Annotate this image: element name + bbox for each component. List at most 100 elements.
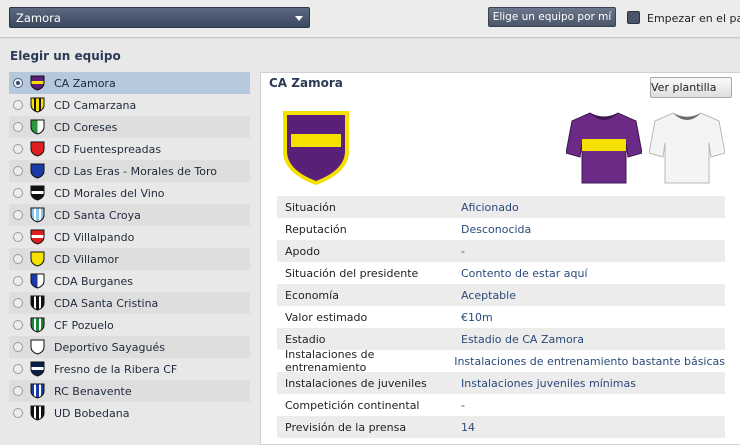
team-crest-icon: [30, 383, 45, 399]
team-list-item[interactable]: CD Coreses: [9, 116, 250, 138]
info-row: Apodo -: [277, 240, 725, 262]
info-row: Instalaciones de entrenamiento Instalacio…: [277, 348, 725, 374]
start-paused-checkbox[interactable]: [627, 11, 640, 24]
info-row: Competición continental -: [277, 394, 725, 416]
start-paused-label: Empezar en el paro: [647, 12, 740, 25]
team-radio[interactable]: [13, 232, 23, 242]
info-row: Reputación Desconocida: [277, 218, 725, 240]
team-name: CD Villalpando: [54, 230, 135, 244]
team-crest-icon: [30, 251, 45, 267]
info-row: Valor estimado €10m: [277, 306, 725, 328]
info-row: Instalaciones de juveniles Instalaciones …: [277, 372, 725, 394]
info-key: Economía: [285, 288, 339, 302]
team-list-item[interactable]: UD Bobedana: [9, 402, 250, 424]
team-radio[interactable]: [13, 188, 23, 198]
team-radio[interactable]: [13, 320, 23, 330]
team-name: CD Santa Croya: [54, 208, 141, 222]
team-name: CDA Santa Cristina: [54, 296, 159, 310]
team-list-item[interactable]: Deportivo Sayagués: [9, 336, 250, 358]
team-radio[interactable]: [13, 386, 23, 396]
info-value: 14: [461, 420, 475, 434]
team-radio[interactable]: [13, 122, 23, 132]
team-list-item[interactable]: CD Santa Croya: [9, 204, 250, 226]
team-crest-icon: [30, 207, 45, 223]
info-key: Competición continental: [285, 398, 420, 412]
team-list-item[interactable]: CF Pozuelo: [9, 314, 250, 336]
team-radio[interactable]: [13, 100, 23, 110]
team-list-item[interactable]: CD Camarzana: [9, 94, 250, 116]
info-row: Previsión de la prensa 14: [277, 416, 725, 438]
team-crest-icon: [30, 75, 45, 91]
info-value: Instalaciones juveniles mínimas: [461, 376, 636, 390]
team-list-item[interactable]: CDA Burganes: [9, 270, 250, 292]
team-crest-icon: [30, 97, 45, 113]
team-list-item[interactable]: CDA Santa Cristina: [9, 292, 250, 314]
info-value: Contento de estar aquí: [461, 266, 588, 280]
team-name: Deportivo Sayagués: [54, 340, 166, 354]
team-select-dropdown[interactable]: Zamora: [9, 7, 310, 28]
team-crest-icon: [30, 163, 45, 179]
team-radio[interactable]: [13, 276, 23, 286]
team-crest-icon: [30, 295, 45, 311]
team-radio[interactable]: [13, 408, 23, 418]
team-name: CD Coreses: [54, 120, 118, 134]
team-radio[interactable]: [13, 364, 23, 374]
info-row: Situación Aficionado: [277, 196, 725, 218]
team-list-item[interactable]: CD Morales del Vino: [9, 182, 250, 204]
top-bar: Zamora Elige un equipo por mí Empezar en…: [0, 0, 740, 38]
section-title: Elegir un equipo: [10, 49, 121, 63]
chevron-down-icon: [295, 16, 303, 21]
team-list-item[interactable]: RC Benavente: [9, 380, 250, 402]
info-value: Instalaciones de entrenamiento bastante …: [454, 354, 725, 368]
team-name: CA Zamora: [54, 76, 116, 90]
info-value: Aficionado: [461, 200, 519, 214]
random-team-button[interactable]: Elige un equipo por mí: [488, 7, 616, 27]
info-value: Estadio de CA Zamora: [461, 332, 584, 346]
team-name: CD Las Eras - Morales de Toro: [54, 164, 218, 178]
info-row: Estadio Estadio de CA Zamora: [277, 328, 725, 350]
team-radio[interactable]: [13, 144, 23, 154]
team-name: CD Villamor: [54, 252, 119, 266]
team-select-value: Zamora: [16, 11, 61, 25]
team-radio[interactable]: [13, 210, 23, 220]
info-key: Apodo: [285, 244, 320, 258]
info-key: Valor estimado: [285, 310, 368, 324]
team-name: RC Benavente: [54, 384, 132, 398]
team-info-table: Situación Aficionado Reputación Desconocida…: [277, 196, 725, 438]
team-crest-icon: [30, 339, 45, 355]
view-squad-button[interactable]: Ver plantilla: [650, 77, 732, 98]
team-crest-icon: [30, 317, 45, 333]
team-crest-icon: [30, 405, 45, 421]
team-crest-icon: [30, 119, 45, 135]
team-radio[interactable]: [13, 254, 23, 264]
team-radio[interactable]: [13, 78, 23, 88]
info-key: Previsión de la prensa: [285, 420, 407, 434]
team-list-item[interactable]: CA Zamora: [9, 72, 250, 94]
team-list-item[interactable]: Fresno de la Ribera CF: [9, 358, 250, 380]
team-name: CDA Burganes: [54, 274, 134, 288]
info-value: -: [461, 244, 465, 258]
info-row: Situación del presidente Contento de esta…: [277, 262, 725, 284]
team-list-item[interactable]: CD Villamor: [9, 248, 250, 270]
team-list-item[interactable]: CD Fuentespreadas: [9, 138, 250, 160]
team-list-item[interactable]: CD Las Eras - Morales de Toro: [9, 160, 250, 182]
team-radio[interactable]: [13, 342, 23, 352]
team-name: CD Morales del Vino: [54, 186, 165, 200]
info-key: Situación del presidente: [285, 266, 419, 280]
team-crest-icon: [30, 361, 45, 377]
team-radio[interactable]: [13, 298, 23, 308]
info-row: Economía Aceptable: [277, 284, 725, 306]
info-key: Estadio: [285, 332, 326, 346]
team-crest-icon: [30, 273, 45, 289]
main-panel: Elegir un equipo CA Zamora CD Camarzana …: [0, 39, 740, 445]
team-list-item[interactable]: CD Villalpando: [9, 226, 250, 248]
team-name: CF Pozuelo: [54, 318, 114, 332]
info-value: €10m: [461, 310, 493, 324]
info-key: Instalaciones de juveniles: [285, 376, 427, 390]
team-crest-icon: [30, 185, 45, 201]
team-radio[interactable]: [13, 166, 23, 176]
team-detail-title: CA Zamora: [269, 76, 343, 90]
team-name: UD Bobedana: [54, 406, 130, 420]
team-name: CD Fuentespreadas: [54, 142, 162, 156]
club-crest-icon: [283, 111, 349, 185]
